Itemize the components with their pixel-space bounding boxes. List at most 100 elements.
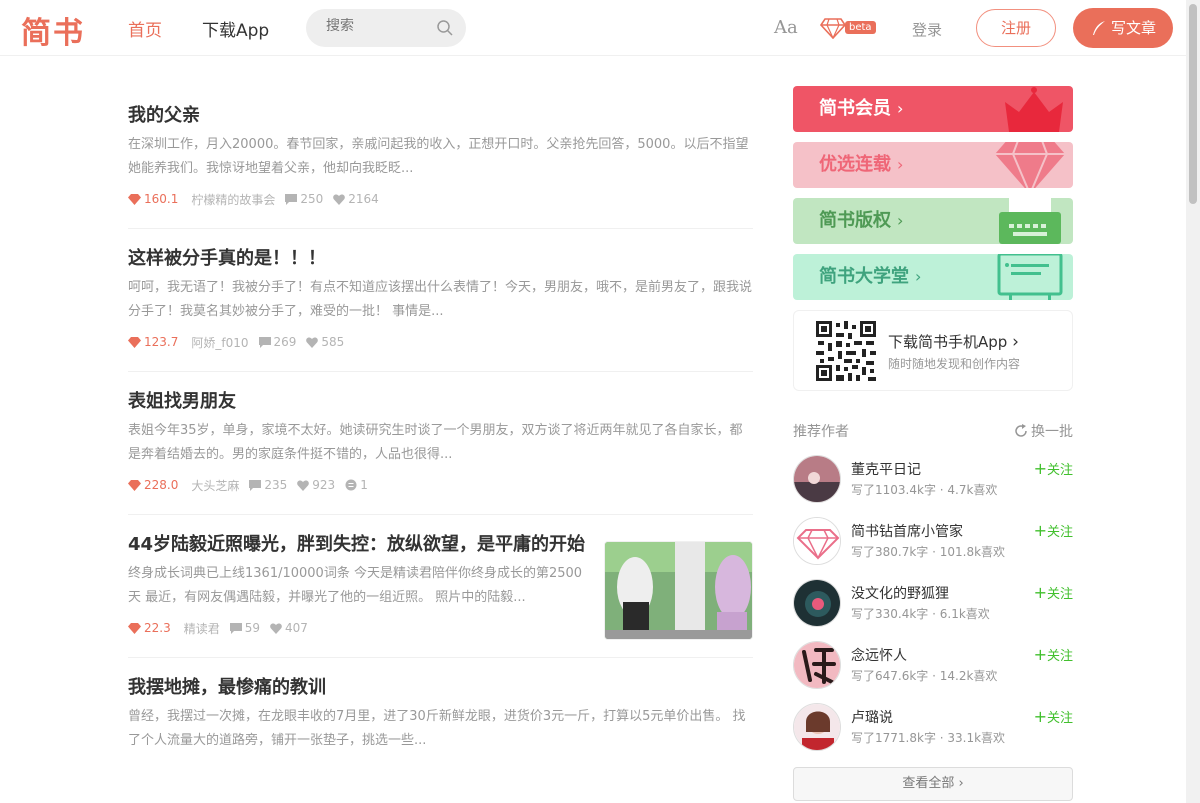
download-app-title: 下载简书手机App › [888, 331, 1019, 352]
follow-button[interactable]: +关注 [1034, 707, 1073, 726]
banner-serial[interactable]: 优选连载 › [793, 142, 1073, 188]
article-title[interactable]: 我摆地摊，最惨痛的教训 [128, 674, 753, 702]
article-item: 表姐找男朋友 表姐今年35岁，单身，家境不太好。她读研究生时谈了一个男朋友，双方… [128, 372, 753, 515]
search-input[interactable] [326, 18, 426, 34]
recommended-authors-header: 推荐作者 换一批 [793, 421, 1073, 441]
search-icon[interactable] [436, 19, 454, 37]
nav-home-link[interactable]: 首页 [128, 16, 162, 41]
heart-icon [270, 622, 282, 634]
comment-count[interactable]: 269 [258, 335, 297, 349]
download-app-title-text: 下载简书手机App [888, 333, 1008, 351]
diamond-value: 228.0 [144, 478, 179, 492]
avatar[interactable] [793, 517, 841, 565]
article-abstract: 呵呵，我无语了！我被分手了！有点不知道应该摆出什么表情了！今天，男朋友，哦不，是… [128, 280, 753, 319]
diamond-value: 22.3 [144, 621, 171, 635]
download-app-card[interactable]: 下载简书手机App › 随时随地发现和创作内容 [793, 310, 1073, 391]
article-meta: 228.0 大头芝麻 235 923 1 [128, 477, 753, 493]
comment-count[interactable]: 59 [229, 621, 261, 635]
sidebar: 简书会员 › 优选连载 › 简书版权 › 简书大学堂 › 下载简书手机App ›… [793, 86, 1073, 801]
refresh-authors-label: 换一批 [1031, 424, 1073, 440]
author-item: 卢璐说 写了1771.8k字 · 33.1k喜欢 +关注 [793, 697, 1073, 759]
article-meta: 123.7 阿娇_f010 269 585 [128, 334, 753, 350]
login-link[interactable]: 登录 [912, 19, 942, 40]
like-value: 923 [312, 478, 336, 492]
page-scrollbar[interactable] [1186, 0, 1200, 803]
heart-icon [297, 479, 310, 491]
refresh-authors-button[interactable]: 换一批 [1014, 421, 1073, 441]
article-author[interactable]: 大头芝麻 [191, 477, 239, 494]
font-size-toggle[interactable]: Aa [774, 17, 798, 38]
nav-download-app-link[interactable]: 下载App [202, 16, 269, 41]
qr-code-icon [816, 321, 876, 381]
article-item: 44岁陆毅近照曝光，胖到失控：放纵欲望，是平庸的开始 终身成长词典已上线1361… [128, 515, 753, 658]
article-title[interactable]: 44岁陆毅近照曝光，胖到失控：放纵欲望，是平庸的开始 [128, 531, 588, 559]
heart-icon [333, 193, 346, 205]
comment-value: 59 [244, 621, 261, 635]
refresh-icon [1015, 424, 1027, 437]
comment-icon [285, 193, 298, 205]
like-value: 407 [285, 621, 308, 635]
chevron-right-icon: › [1012, 332, 1019, 352]
article-title[interactable]: 我的父亲 [128, 102, 753, 130]
reward-count: 1 [345, 478, 368, 492]
comment-icon [258, 336, 271, 348]
follow-button[interactable]: +关注 [1034, 583, 1073, 602]
article-photo [605, 542, 752, 639]
follow-button[interactable]: +关注 [1034, 459, 1073, 478]
avatar[interactable] [793, 579, 841, 627]
article-author[interactable]: 精读君 [184, 620, 220, 637]
chevron-right-icon: › [915, 267, 922, 286]
logo[interactable]: 简书 [21, 8, 85, 52]
author-name[interactable]: 简书钻首席小管家 [851, 521, 963, 541]
article-feed: 我的父亲 在深圳工作，月入20000。春节回家，亲戚问起我的收入，正想开口时。父… [128, 86, 753, 774]
comment-value: 235 [264, 478, 288, 492]
diamond-icon [128, 479, 141, 491]
author-stats: 写了1771.8k字 · 33.1k喜欢 [851, 731, 1006, 745]
article-author[interactable]: 柠檬精的故事会 [191, 191, 275, 208]
comment-value: 269 [273, 335, 297, 349]
like-count: 585 [306, 335, 344, 349]
author-stats: 写了1103.4k字 · 4.7k喜欢 [851, 483, 998, 497]
chevron-right-icon: › [897, 155, 904, 174]
avatar[interactable] [793, 641, 841, 689]
comment-icon [249, 479, 262, 491]
diamond-count: 160.1 [128, 192, 178, 206]
comment-value: 250 [300, 192, 324, 206]
diamond-value: 123.7 [144, 335, 179, 349]
avatar[interactable] [793, 703, 841, 751]
comment-count[interactable]: 235 [249, 478, 287, 492]
crown-icon [1005, 87, 1063, 132]
see-all-label: 查看全部 [902, 776, 955, 791]
author-name[interactable]: 没文化的野狐狸 [851, 583, 949, 603]
diamond-count: 123.7 [128, 335, 178, 349]
avatar[interactable] [793, 455, 841, 503]
banner-label: 简书大学堂 [819, 266, 909, 287]
scrollbar-thumb[interactable] [1189, 4, 1197, 204]
article-title[interactable]: 表姐找男朋友 [128, 388, 753, 416]
author-name[interactable]: 卢璐说 [851, 707, 893, 727]
author-name[interactable]: 念远怀人 [851, 645, 907, 665]
signup-button[interactable]: 注册 [976, 9, 1056, 47]
diamond-count: 22.3 [128, 621, 171, 635]
banner-label: 优选连载 [819, 154, 891, 175]
author-name[interactable]: 董克平日记 [851, 459, 921, 479]
see-all-authors-button[interactable]: 查看全部 › [793, 767, 1073, 801]
chevron-right-icon: › [897, 99, 904, 118]
write-article-button[interactable]: 写文章 [1073, 8, 1173, 48]
article-title[interactable]: 这样被分手真的是！！！ [128, 245, 753, 273]
plus-icon: + [1033, 459, 1047, 478]
banner-membership[interactable]: 简书会员 › [793, 86, 1073, 132]
plus-icon: + [1033, 707, 1047, 726]
coin-icon [345, 479, 357, 491]
top-nav: 简书 首页 下载App Aa beta 登录 注册 写文章 [0, 0, 1186, 56]
article-thumbnail[interactable] [604, 541, 753, 640]
follow-button[interactable]: +关注 [1034, 521, 1073, 540]
follow-button[interactable]: +关注 [1034, 645, 1073, 664]
banner-copyright[interactable]: 简书版权 › [793, 198, 1073, 244]
banner-university[interactable]: 简书大学堂 › [793, 254, 1073, 300]
diamond-icon[interactable] [820, 17, 846, 39]
article-author[interactable]: 阿娇_f010 [191, 334, 248, 351]
author-item: 简书钻首席小管家 写了380.7k字 · 101.8k喜欢 +关注 [793, 511, 1073, 573]
comment-count[interactable]: 250 [285, 192, 323, 206]
plus-icon: + [1033, 583, 1047, 602]
